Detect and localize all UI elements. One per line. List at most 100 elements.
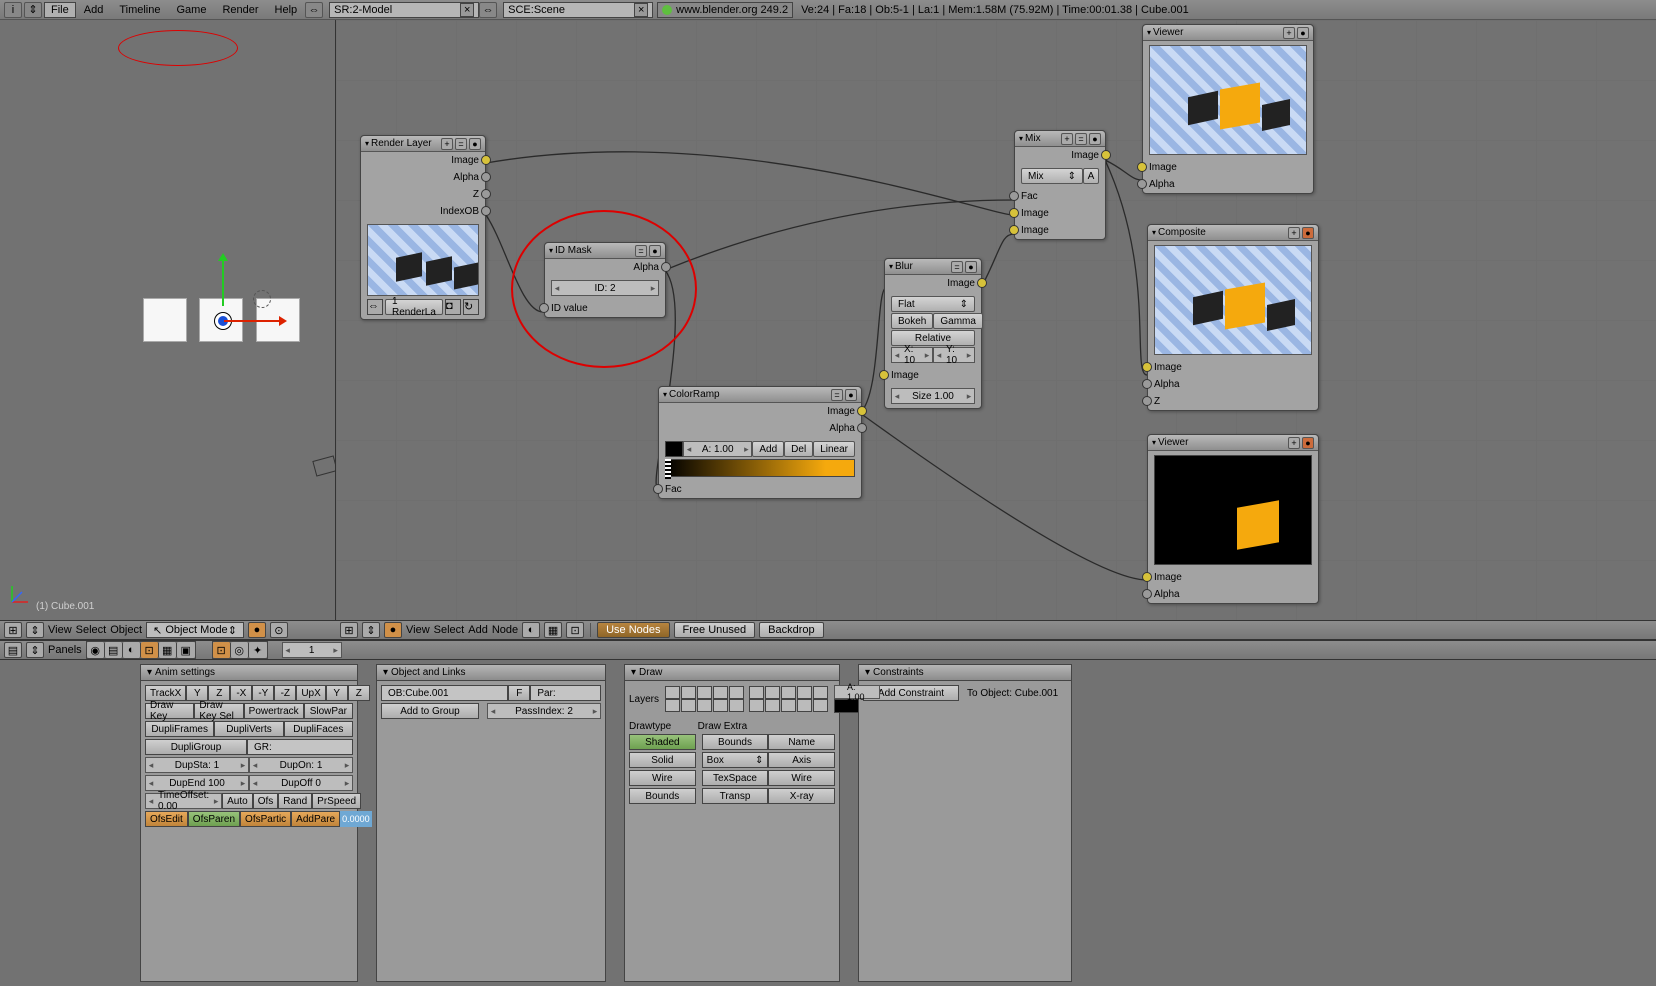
sphere-icon[interactable]: ●	[649, 245, 661, 257]
updown-icon[interactable]: ⇕	[24, 2, 42, 18]
powertrack-button[interactable]: Powertrack	[244, 703, 304, 719]
x-axis-arrow-icon[interactable]	[224, 320, 284, 322]
collapse-icon[interactable]: ▾	[147, 667, 152, 678]
alpha-field[interactable]: A: 1.00	[834, 685, 880, 699]
node-viewer-bottom[interactable]: ▾ Viewer +● Image Alpha	[1147, 434, 1319, 604]
dupend-field[interactable]: ◂DupEnd 100▸	[145, 775, 249, 791]
tex-icon[interactable]: ▦	[544, 622, 562, 638]
plane-left[interactable]	[143, 298, 187, 342]
3d-viewport[interactable]: (1) Cube.001	[0, 20, 336, 620]
ofsparen-button[interactable]: OfsParen	[188, 811, 240, 827]
socket-in-icon[interactable]	[1009, 208, 1019, 218]
size-field[interactable]: ◂Size 1.00▸	[891, 388, 975, 404]
ramp-handle-icon[interactable]	[665, 459, 671, 479]
shaded-button[interactable]: Shaded	[629, 734, 696, 750]
wire2-button[interactable]: Wire	[768, 770, 835, 786]
tracky-button[interactable]: Y	[186, 685, 208, 701]
node-header[interactable]: ▾ Blur =●	[885, 259, 981, 275]
colorramp-gradient[interactable]	[665, 459, 855, 477]
socket-out-icon[interactable]	[481, 172, 491, 182]
socket-in-icon[interactable]	[1142, 379, 1152, 389]
ctx-edit-icon[interactable]: ▦	[159, 642, 177, 658]
socket-in-icon[interactable]	[1142, 362, 1152, 372]
collapse-icon[interactable]: ▾	[1019, 134, 1023, 143]
socket-out-icon[interactable]	[857, 406, 867, 416]
mode-dropdown[interactable]: ↖ Object Mode⇕	[146, 622, 244, 638]
passindex-field[interactable]: ◂PassIndex: 2▸	[487, 703, 601, 719]
trackz-button[interactable]: Z	[208, 685, 230, 701]
timeoffset-field[interactable]: ◂TimeOffset: 0.00▸	[145, 793, 222, 809]
screen-close-icon[interactable]: ×	[460, 3, 474, 17]
use-nodes-button[interactable]: Use Nodes	[597, 622, 669, 638]
ctx-script-icon[interactable]: ▤	[105, 642, 123, 658]
socket-out-icon[interactable]	[481, 206, 491, 216]
panel-object-links[interactable]: ▾Object and Links OB:Cube.001 F Par: Add…	[376, 664, 606, 982]
collapse-icon[interactable]: ▾	[1152, 438, 1156, 447]
box-dropdown[interactable]: Box⇕	[702, 752, 769, 768]
sphere-icon[interactable]: ●	[845, 389, 857, 401]
texspace-button[interactable]: TexSpace	[702, 770, 769, 786]
shading-icon[interactable]: ●	[248, 622, 266, 638]
prspeed-button[interactable]: PrSpeed	[312, 793, 361, 809]
collapse-icon[interactable]: ▾	[663, 390, 667, 399]
ctx-scene-icon[interactable]: ▣	[177, 642, 195, 658]
collapse-icon[interactable]: ▾	[631, 667, 636, 678]
frame-field[interactable]: ◂1▸	[282, 642, 342, 658]
view-menu[interactable]: View	[406, 624, 430, 636]
axis-button[interactable]: Axis	[768, 752, 835, 768]
sub-particle-icon[interactable]: ✦	[249, 642, 267, 658]
track-my-button[interactable]: -Y	[252, 685, 274, 701]
y-axis-arrow-icon[interactable]	[222, 256, 224, 306]
sphere-icon[interactable]: ●	[965, 261, 977, 273]
alpha-field[interactable]: ◂A: 1.00▸	[683, 441, 752, 457]
sphere-icon[interactable]: ●	[1297, 27, 1309, 39]
socket-in-icon[interactable]	[879, 370, 889, 380]
layer-button[interactable]	[665, 686, 680, 699]
mat-icon[interactable]: ◐	[522, 622, 540, 638]
node-header[interactable]: ▾ Mix +=●	[1015, 131, 1105, 147]
panel-anim-settings[interactable]: ▾Anim settings TrackX Y Z -X -Y -Z UpX Y…	[140, 664, 358, 982]
fake-user-button[interactable]: F	[508, 685, 530, 701]
sphere-icon[interactable]: ●	[1089, 133, 1101, 145]
render-menu[interactable]: Render	[214, 4, 266, 16]
collapse-icon[interactable]: ▾	[383, 667, 388, 678]
add-group-button[interactable]: Add to Group	[381, 703, 479, 719]
node-composite[interactable]: ▾ Composite +● Image Alpha Z	[1147, 224, 1319, 411]
node-mix[interactable]: ▾ Mix +=● Image Mix⇕A Fac Image Image	[1014, 130, 1106, 240]
drawkeysel-button[interactable]: Draw Key Sel	[194, 703, 243, 719]
socket-in-icon[interactable]	[653, 484, 663, 494]
dupliverts-button[interactable]: DupliVerts	[214, 721, 283, 737]
x-field[interactable]: ◂X: 10▸	[891, 347, 933, 363]
gr-field[interactable]: GR:	[247, 739, 353, 755]
dupoff-field[interactable]: ◂DupOff 0▸	[249, 775, 353, 791]
socket-in-icon[interactable]	[1009, 225, 1019, 235]
alpha-toggle[interactable]: A	[1083, 168, 1099, 184]
ofsedit-button[interactable]: OfsEdit	[145, 811, 188, 827]
id-field[interactable]: ◂ID: 2▸	[551, 280, 659, 296]
socket-in-icon[interactable]	[1142, 589, 1152, 599]
url-box[interactable]: www.blender.org 249.2	[657, 2, 793, 18]
node-type-icon[interactable]: ●	[384, 622, 402, 638]
name-button[interactable]: Name	[768, 734, 835, 750]
sphere-icon[interactable]: ●	[469, 138, 481, 150]
node-header[interactable]: ▾ ColorRamp =●	[659, 387, 861, 403]
blur-type-dropdown[interactable]: Flat⇕	[891, 296, 975, 312]
object-menu[interactable]: Object	[110, 624, 142, 636]
node-header[interactable]: ▾ Viewer +●	[1148, 435, 1318, 451]
socket-in-icon[interactable]	[539, 303, 549, 313]
plus-icon[interactable]: +	[441, 138, 453, 150]
upy-button[interactable]: Y	[326, 685, 348, 701]
solid-button[interactable]: Solid	[629, 752, 696, 768]
scene-arrows-icon[interactable]: ⇔	[479, 2, 497, 18]
opts-icon[interactable]: =	[1075, 133, 1087, 145]
updown-icon[interactable]: ⇕	[362, 622, 380, 638]
panels-menu[interactable]: Panels	[48, 644, 82, 656]
socket-in-icon[interactable]	[1142, 396, 1152, 406]
collapse-icon[interactable]: ▾	[1152, 228, 1156, 237]
duplifaces-button[interactable]: DupliFaces	[284, 721, 353, 737]
sub-physics-icon[interactable]: ◎	[231, 642, 249, 658]
socket-out-icon[interactable]	[857, 423, 867, 433]
scene-close-icon[interactable]: ×	[634, 3, 648, 17]
par-field[interactable]: Par:	[530, 685, 601, 701]
collapse-icon[interactable]: ▾	[365, 139, 369, 148]
